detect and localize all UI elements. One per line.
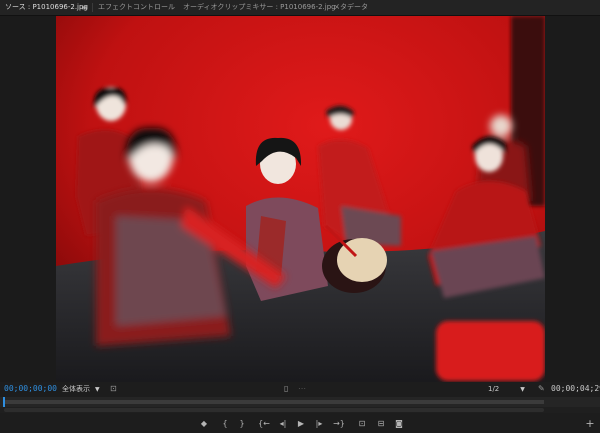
time-ruler[interactable] — [0, 397, 600, 407]
tab-effect-controls[interactable]: エフェクトコントロール — [98, 0, 175, 15]
zoom-level-label: 全体表示 — [62, 385, 90, 393]
hamburger-icon[interactable]: ≡ — [81, 0, 88, 15]
chevron-down-icon: ▼ — [520, 386, 525, 393]
tab-divider — [92, 3, 93, 12]
insert-button[interactable]: ⊡ — [356, 414, 368, 433]
step-back-button[interactable]: ◂| — [277, 414, 289, 433]
mark-in-button[interactable]: { — [219, 414, 231, 433]
playback-resolution-select[interactable]: 1/2 ▼ — [488, 382, 525, 397]
go-to-in-button[interactable]: {← — [258, 414, 270, 433]
time-ruler-track — [4, 400, 544, 404]
tab-audio-clip-mixer[interactable]: オーディオクリップミキサー : P1010696-2.jpg — [183, 0, 336, 15]
play-button[interactable]: ▶ — [295, 414, 307, 433]
wrench-icon[interactable]: ✎ — [538, 382, 545, 396]
zoom-level-select[interactable]: 全体表示 ▼ — [62, 382, 100, 397]
viewer-time-row: 00;00;00;00 全体表示 ▼ ⊡ ▯ ⋯ 1/2 ▼ ✎ 00;00;04;… — [0, 382, 600, 396]
duration-timecode: 00;00;04;29 — [551, 384, 600, 393]
panel-tab-bar: ソース : P1010696-2.jpg ≡ エフェクトコントロール オーディオ… — [0, 0, 600, 16]
tab-metadata[interactable]: メタデータ — [333, 0, 368, 15]
add-marker-button[interactable]: ◆ — [198, 414, 210, 433]
go-to-out-button[interactable]: →} — [333, 414, 345, 433]
safe-margins-icon[interactable]: ⊡ — [110, 382, 117, 396]
chevron-down-icon: ▼ — [95, 386, 100, 393]
tab-source[interactable]: ソース : P1010696-2.jpg — [5, 0, 88, 15]
playhead[interactable] — [3, 397, 5, 407]
source-monitor-viewer[interactable] — [0, 16, 600, 382]
clip-image — [56, 16, 545, 382]
zoom-scrollbar[interactable] — [0, 407, 600, 413]
playback-resolution-label: 1/2 — [488, 385, 500, 393]
transport-controls: ◆ { } {← ◂| ▶ |▸ →} ⊡ ⊟ ◙ + — [0, 414, 600, 433]
playhead-timecode[interactable]: 00;00;00;00 — [4, 382, 57, 396]
plus-icon[interactable]: + — [584, 414, 596, 433]
overwrite-button[interactable]: ⊟ — [375, 414, 387, 433]
zoom-scrollbar-thumb[interactable] — [4, 408, 544, 412]
step-forward-button[interactable]: |▸ — [313, 414, 325, 433]
marker-icon[interactable]: ▯ — [284, 382, 288, 396]
clip-frame — [56, 16, 545, 382]
drag-handle-icon[interactable]: ⋯ — [298, 382, 306, 396]
export-frame-button[interactable]: ◙ — [393, 414, 405, 433]
mark-out-button[interactable]: } — [236, 414, 248, 433]
